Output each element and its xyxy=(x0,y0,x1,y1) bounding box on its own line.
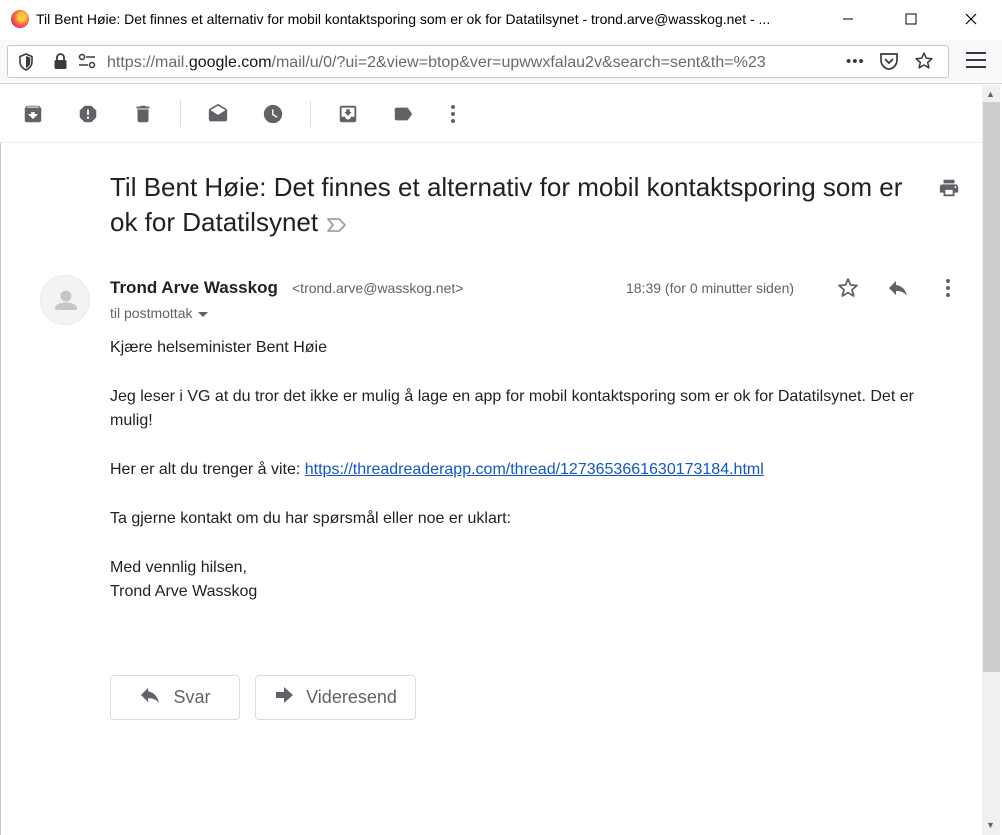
window-title: Til Bent Høie: Det finnes et alternativ … xyxy=(36,11,771,27)
bookmark-star-icon[interactable] xyxy=(914,51,934,75)
chevron-down-icon[interactable] xyxy=(198,305,209,321)
forward-button-label: Videresend xyxy=(306,687,397,707)
toolbar-divider xyxy=(310,101,311,127)
body-greeting: Kjære helseminister Bent Høie xyxy=(110,339,327,356)
tracking-shield-icon[interactable] xyxy=(18,53,34,75)
delete-icon[interactable] xyxy=(131,102,155,126)
importance-marker-icon[interactable] xyxy=(326,207,348,242)
scroll-down-arrow-icon[interactable]: ▼ xyxy=(986,820,995,830)
move-to-icon[interactable] xyxy=(336,102,360,126)
body-paragraph-3: Ta gjerne kontakt om du har spørsmål ell… xyxy=(110,510,512,527)
permissions-icon[interactable] xyxy=(78,53,96,73)
mark-unread-icon[interactable] xyxy=(206,102,230,126)
app-menu-icon[interactable] xyxy=(966,52,986,68)
report-spam-icon[interactable] xyxy=(76,102,100,126)
recipient-text: til postmottak xyxy=(110,305,193,321)
reply-button[interactable]: Svar xyxy=(110,675,240,720)
page-actions-more-icon[interactable]: ••• xyxy=(846,53,865,70)
browser-navbar: https://mail.google.com/mail/u/0/?ui=2&v… xyxy=(0,40,1002,84)
vertical-scrollbar[interactable]: ▲ ▼ xyxy=(982,85,1000,835)
url-bar[interactable]: https://mail.google.com/mail/u/0/?ui=2&v… xyxy=(7,45,949,78)
thread-link[interactable]: https://threadreaderapp.com/thread/12736… xyxy=(305,461,764,478)
sender-email: <trond.arve@wasskog.net> xyxy=(292,280,464,296)
email-subject: Til Bent Høie: Det finnes et alternativ … xyxy=(110,170,910,242)
forward-arrow-icon xyxy=(274,686,294,709)
scroll-up-arrow-icon[interactable]: ▲ xyxy=(986,89,995,99)
archive-icon[interactable] xyxy=(21,102,45,126)
more-message-options-icon[interactable] xyxy=(936,276,960,300)
body-closing: Med vennlig hilsen, xyxy=(110,559,247,576)
more-options-icon[interactable] xyxy=(441,102,465,126)
print-icon[interactable] xyxy=(937,177,961,204)
body-paragraph-2-text: Her er alt du trenger å vite: xyxy=(110,461,305,478)
close-button[interactable] xyxy=(948,0,994,38)
gmail-toolbar xyxy=(0,85,982,143)
subject-text: Til Bent Høie: Det finnes et alternativ … xyxy=(110,172,903,237)
url-text[interactable]: https://mail.google.com/mail/u/0/?ui=2&v… xyxy=(107,54,840,72)
body-paragraph-1: Jeg leser i VG at du tror det ikke er mu… xyxy=(110,388,914,429)
reply-button-label: Svar xyxy=(173,687,211,707)
snooze-icon[interactable] xyxy=(261,102,285,126)
avatar[interactable] xyxy=(40,275,90,325)
content-border xyxy=(0,85,1,835)
toolbar-divider xyxy=(180,101,181,127)
firefox-logo-icon xyxy=(11,10,29,28)
recipient-details[interactable]: til postmottak xyxy=(110,305,209,321)
star-icon[interactable] xyxy=(836,276,860,300)
pocket-icon[interactable] xyxy=(879,52,899,75)
body-paragraph-2: Her er alt du trenger å vite: https://th… xyxy=(110,458,940,482)
minimize-button[interactable] xyxy=(825,0,871,38)
lock-icon[interactable] xyxy=(53,53,68,74)
sender-name[interactable]: Trond Arve Wasskog xyxy=(110,278,278,298)
maximize-button[interactable] xyxy=(888,0,934,38)
reply-arrow-icon xyxy=(139,686,161,709)
scroll-thumb[interactable] xyxy=(983,102,1000,672)
label-icon[interactable] xyxy=(391,102,415,126)
window-titlebar: Til Bent Høie: Det finnes et alternativ … xyxy=(0,0,1002,40)
reply-icon[interactable] xyxy=(886,276,910,300)
forward-button[interactable]: Videresend xyxy=(255,675,416,720)
email-timestamp: 18:39 (for 0 minutter siden) xyxy=(626,280,795,296)
body-signature: Trond Arve Wasskog xyxy=(110,583,258,600)
